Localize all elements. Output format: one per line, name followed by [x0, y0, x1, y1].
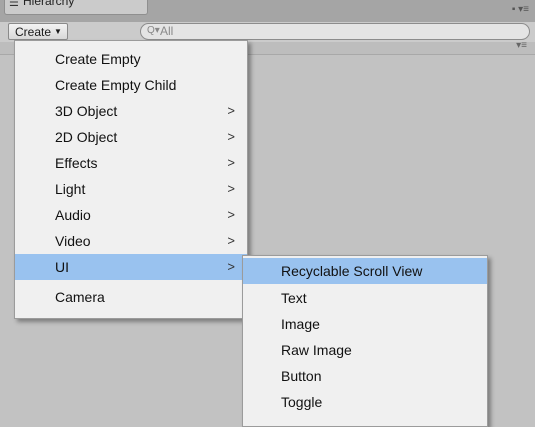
menu-item-label: Audio	[55, 207, 91, 223]
menu-item-ui[interactable]: UI >	[15, 254, 247, 280]
lock-and-menu-icon[interactable]: ▪ ▾≡	[512, 4, 529, 15]
menu-item-label: UI	[55, 259, 69, 275]
submenu-item-label: Button	[281, 368, 322, 384]
menu-item-light[interactable]: Light >	[15, 176, 247, 202]
submenu-item-button[interactable]: Button	[243, 363, 487, 389]
create-button[interactable]: Create ▼	[8, 23, 68, 40]
submenu-item-image[interactable]: Image	[243, 311, 487, 337]
menu-item-camera[interactable]: Camera	[15, 284, 247, 310]
submenu-item-label: Raw Image	[281, 342, 352, 358]
menu-item-3d-object[interactable]: 3D Object >	[15, 98, 247, 124]
chevron-right-icon: >	[227, 155, 235, 170]
search-input[interactable]: Q▾ All	[140, 23, 530, 40]
menu-item-label: Create Empty	[55, 51, 141, 67]
hierarchy-tab[interactable]: ☰ Hierarchy	[4, 0, 148, 15]
menu-item-video[interactable]: Video >	[15, 228, 247, 254]
submenu-item-text[interactable]: Text	[243, 285, 487, 311]
window-tab-strip: ☰ Hierarchy ▪ ▾≡	[0, 0, 535, 23]
submenu-item-raw-image[interactable]: Raw Image	[243, 337, 487, 363]
chevron-down-icon: ▼	[54, 27, 62, 36]
ui-submenu: Recyclable Scroll View Text Image Raw Im…	[242, 255, 488, 427]
chevron-right-icon: >	[227, 181, 235, 196]
context-menu-icon[interactable]: ▾≡	[516, 40, 527, 51]
menu-item-label: 2D Object	[55, 129, 118, 145]
menu-item-label: Create Empty Child	[55, 77, 177, 93]
search-icon: Q▾	[147, 25, 160, 36]
hamburger-icon: ☰	[9, 0, 19, 9]
menu-item-2d-object[interactable]: 2D Object >	[15, 124, 247, 150]
submenu-item-toggle[interactable]: Toggle	[243, 389, 487, 415]
menu-item-label: Effects	[55, 155, 98, 171]
tab-title: Hierarchy	[23, 0, 75, 8]
create-button-label: Create	[15, 25, 52, 39]
submenu-item-recyclable-scroll-view[interactable]: Recyclable Scroll View	[243, 258, 487, 284]
menu-item-effects[interactable]: Effects >	[15, 150, 247, 176]
menu-item-label: 3D Object	[55, 103, 118, 119]
submenu-item-label: Toggle	[281, 394, 323, 410]
submenu-item-label: Text	[281, 290, 307, 306]
chevron-right-icon: >	[227, 259, 235, 274]
menu-item-label: Light	[55, 181, 86, 197]
menu-item-create-empty-child[interactable]: Create Empty Child	[15, 72, 247, 98]
menu-item-audio[interactable]: Audio >	[15, 202, 247, 228]
chevron-right-icon: >	[227, 129, 235, 144]
chevron-right-icon: >	[227, 233, 235, 248]
menu-item-label: Camera	[55, 289, 105, 305]
chevron-right-icon: >	[227, 207, 235, 222]
submenu-item-label: Image	[281, 316, 320, 332]
menu-item-label: Video	[55, 233, 91, 249]
menu-item-create-empty[interactable]: Create Empty	[15, 46, 247, 72]
submenu-item-label: Recyclable Scroll View	[281, 263, 423, 279]
chevron-right-icon: >	[227, 103, 235, 118]
create-menu: Create Empty Create Empty Child 3D Objec…	[14, 40, 248, 319]
search-placeholder: All	[160, 24, 174, 38]
